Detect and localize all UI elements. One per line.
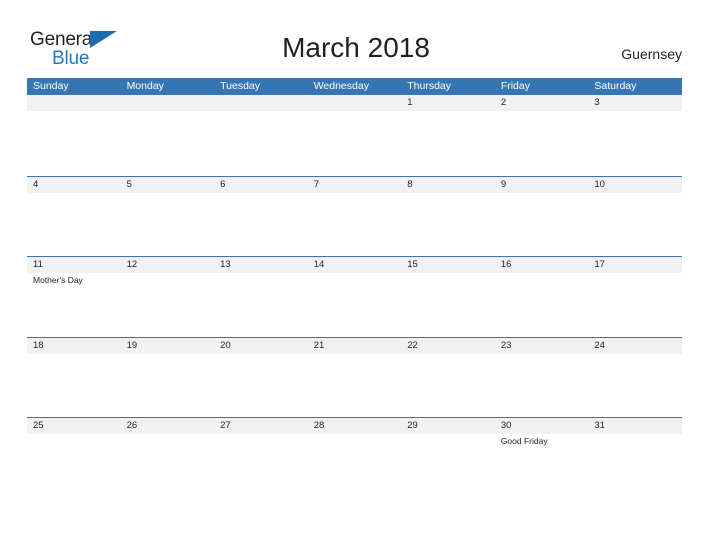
page-title: March 2018 <box>282 32 430 63</box>
day-event <box>121 273 215 336</box>
week-date-band: 18 19 20 21 22 23 24 <box>27 337 682 354</box>
week-row: 25 26 27 28 29 30 31 Good Friday <box>27 417 682 498</box>
day-event <box>495 111 589 174</box>
week-event-band: Mother's Day <box>27 273 682 336</box>
weekday-header-saturday: Saturday <box>594 80 637 92</box>
day-number[interactable]: 27 <box>214 418 308 434</box>
week-event-band <box>27 192 682 256</box>
day-number[interactable]: 30 <box>495 418 589 434</box>
day-event <box>27 434 121 497</box>
day-event <box>588 354 682 417</box>
week-date-band: 4 5 6 7 8 9 10 <box>27 176 682 193</box>
day-number[interactable]: 6 <box>214 177 308 193</box>
day-number[interactable]: 5 <box>121 177 215 193</box>
day-event <box>401 273 495 336</box>
day-number[interactable]: 10 <box>588 177 682 193</box>
page-header: General Blue March 2018 Guernsey <box>0 0 712 76</box>
day-number[interactable] <box>27 95 121 111</box>
day-number[interactable]: 11 <box>27 257 121 273</box>
day-event <box>588 193 682 256</box>
day-number[interactable]: 15 <box>401 257 495 273</box>
day-event <box>121 354 215 417</box>
day-number[interactable] <box>308 95 402 111</box>
day-event <box>401 434 495 497</box>
week-date-band: 1 2 3 <box>27 95 682 111</box>
day-event <box>588 273 682 336</box>
week-event-band <box>27 353 682 417</box>
day-number[interactable]: 8 <box>401 177 495 193</box>
day-event <box>214 111 308 174</box>
day-event <box>401 193 495 256</box>
day-number[interactable] <box>121 95 215 111</box>
day-number[interactable]: 3 <box>588 95 682 111</box>
day-event <box>308 193 402 256</box>
week-row: 1 2 3 <box>27 95 682 176</box>
day-event <box>495 193 589 256</box>
day-number[interactable]: 23 <box>495 338 589 354</box>
weekday-header-sunday: Sunday <box>33 80 69 92</box>
day-number[interactable]: 25 <box>27 418 121 434</box>
week-date-band: 25 26 27 28 29 30 31 <box>27 418 682 434</box>
day-number[interactable]: 19 <box>121 338 215 354</box>
day-event <box>308 273 402 336</box>
week-date-band: 11 12 13 14 15 16 17 <box>27 257 682 273</box>
day-number[interactable]: 4 <box>27 177 121 193</box>
day-event <box>588 111 682 174</box>
day-number[interactable]: 1 <box>401 95 495 111</box>
day-number[interactable]: 20 <box>214 338 308 354</box>
weekday-header-wednesday: Wednesday <box>313 80 369 92</box>
day-event <box>214 434 308 497</box>
day-event <box>401 354 495 417</box>
weekday-header-monday: Monday <box>126 80 164 92</box>
day-number[interactable]: 2 <box>495 95 589 111</box>
day-event <box>27 111 121 174</box>
week-event-band: Good Friday <box>27 434 682 497</box>
day-number[interactable]: 26 <box>121 418 215 434</box>
day-number[interactable]: 31 <box>588 418 682 434</box>
day-event <box>214 193 308 256</box>
day-event <box>308 354 402 417</box>
day-number[interactable]: 13 <box>214 257 308 273</box>
weekday-header-friday: Friday <box>500 80 530 92</box>
day-event <box>495 354 589 417</box>
region-label: Guernsey <box>621 46 682 62</box>
day-number[interactable]: 18 <box>27 338 121 354</box>
day-number[interactable]: 21 <box>308 338 402 354</box>
day-event <box>121 434 215 497</box>
weekday-header-row: Sunday Monday Tuesday Wednesday Thursday… <box>27 78 682 95</box>
day-number[interactable]: 24 <box>588 338 682 354</box>
day-number[interactable]: 14 <box>308 257 402 273</box>
calendar-page: General Blue March 2018 Guernsey Sunday … <box>0 0 712 550</box>
day-number[interactable]: 28 <box>308 418 402 434</box>
day-number[interactable]: 7 <box>308 177 402 193</box>
week-row: 4 5 6 7 8 9 10 <box>27 175 682 257</box>
day-event <box>121 193 215 256</box>
day-event <box>588 434 682 497</box>
day-event <box>401 111 495 174</box>
day-event <box>308 434 402 497</box>
day-event <box>27 193 121 256</box>
week-event-band <box>27 111 682 174</box>
day-event <box>214 354 308 417</box>
day-number[interactable]: 9 <box>495 177 589 193</box>
day-event <box>121 111 215 174</box>
day-number[interactable] <box>214 95 308 111</box>
day-event <box>308 111 402 174</box>
calendar-grid: Sunday Monday Tuesday Wednesday Thursday… <box>27 78 682 498</box>
day-event: Mother's Day <box>33 275 83 285</box>
day-event <box>495 273 589 336</box>
day-number[interactable]: 29 <box>401 418 495 434</box>
day-event <box>214 273 308 336</box>
week-row: 18 19 20 21 22 23 24 <box>27 336 682 418</box>
day-number[interactable]: 17 <box>588 257 682 273</box>
day-number[interactable]: 22 <box>401 338 495 354</box>
day-number[interactable]: 12 <box>121 257 215 273</box>
day-event: Good Friday <box>500 436 548 446</box>
day-event <box>27 354 121 417</box>
weekday-header-thursday: Thursday <box>407 80 452 92</box>
day-number[interactable]: 16 <box>495 257 589 273</box>
weekday-header-tuesday: Tuesday <box>220 80 261 92</box>
week-row: 11 12 13 14 15 16 17 Mother's Day <box>27 256 682 337</box>
